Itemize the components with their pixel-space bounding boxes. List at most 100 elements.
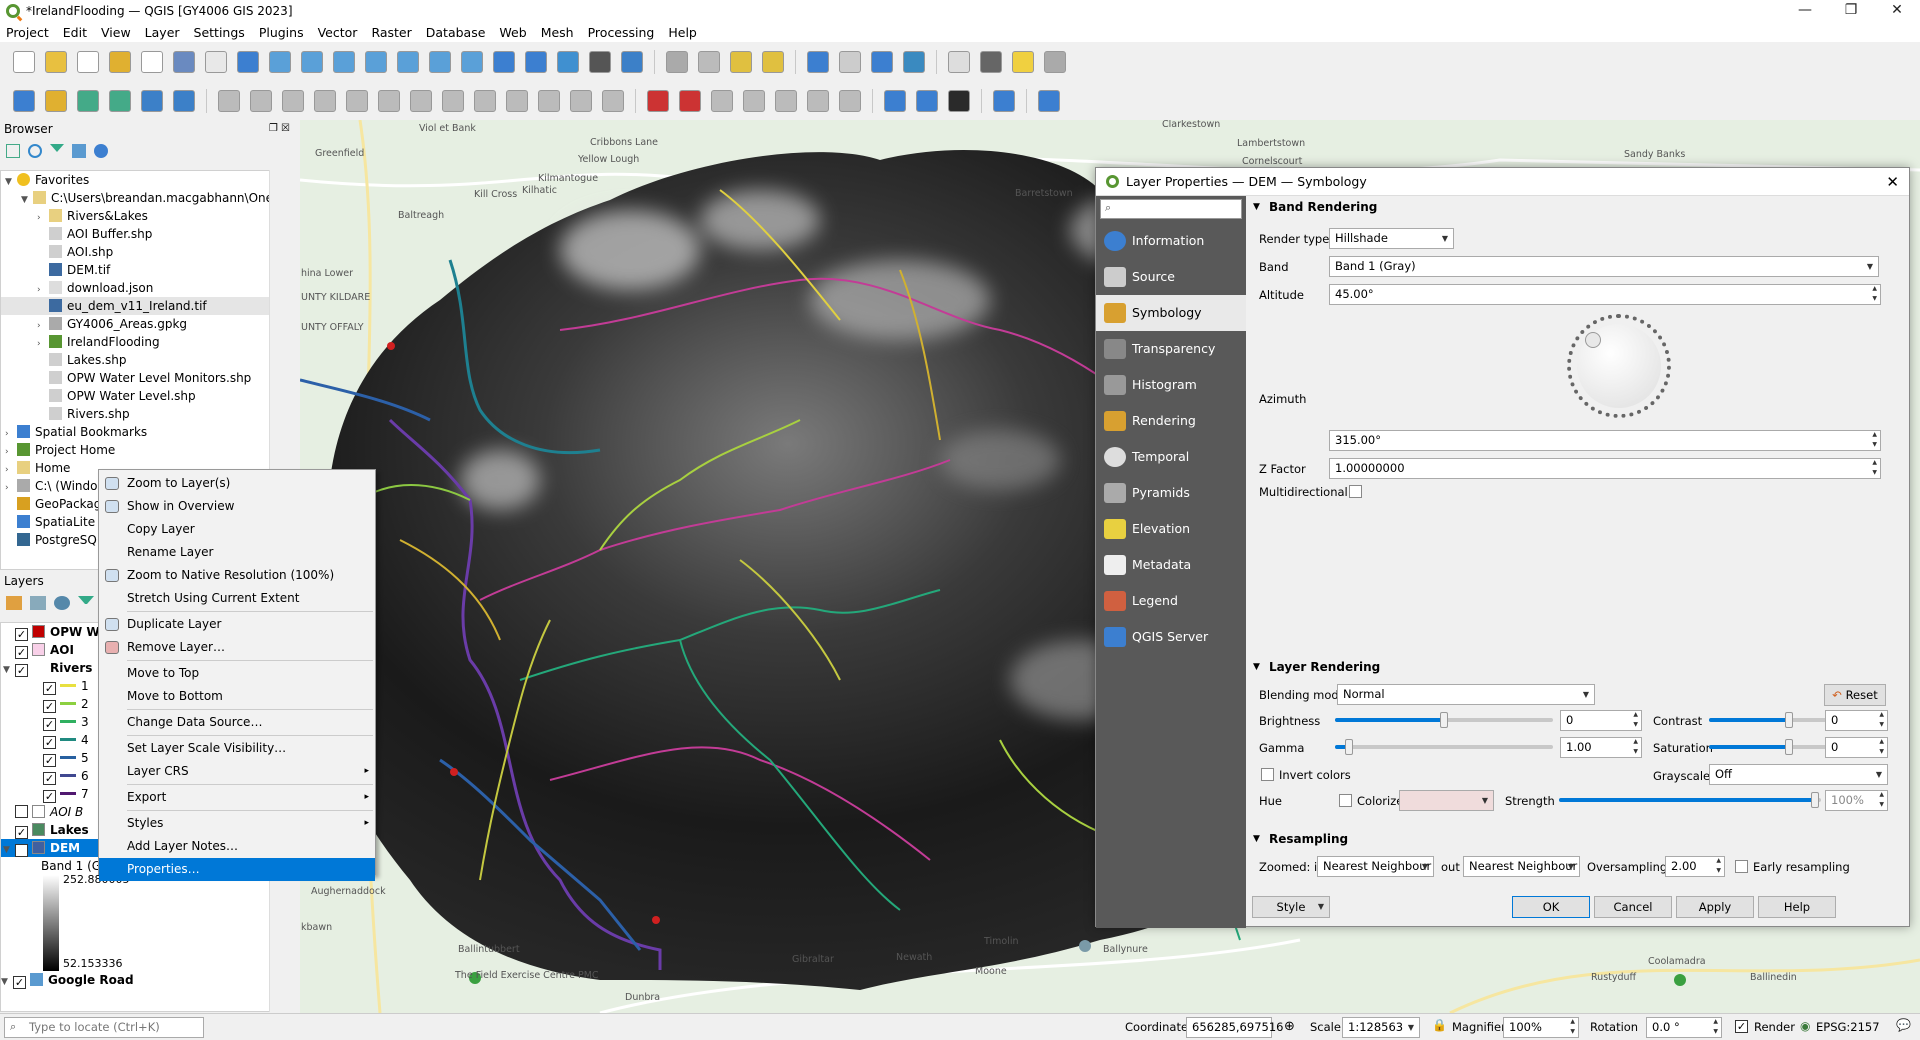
browser-item[interactable]: eu_dem_v11_Ireland.tif: [1, 297, 281, 315]
toolbar-tool-icon[interactable]: [977, 48, 1005, 76]
toolbar-tool-icon[interactable]: [554, 48, 582, 76]
context-menu-item[interactable]: Zoom to Layer(s): [99, 472, 375, 495]
help-button[interactable]: Help: [1758, 896, 1836, 918]
invert-colors-checkbox[interactable]: [1261, 768, 1274, 781]
toolbar-tool-icon[interactable]: [1041, 48, 1069, 76]
toolbar-tool-icon[interactable]: [10, 87, 38, 115]
toolbar-tool-icon[interactable]: [266, 48, 294, 76]
sidebar-item-elevation[interactable]: Elevation: [1096, 511, 1246, 547]
layer-checkbox[interactable]: ✓: [43, 754, 56, 767]
layer-checkbox[interactable]: ✓: [43, 772, 56, 785]
toolbar-tool-icon[interactable]: [42, 48, 70, 76]
toolbar-tool-icon[interactable]: [535, 87, 563, 115]
magnifier-spinbox[interactable]: 100%: [1503, 1017, 1579, 1038]
toolbar-tool-icon[interactable]: [490, 48, 518, 76]
toolbar-tool-icon[interactable]: [343, 87, 371, 115]
context-menu-item[interactable]: Remove Layer…: [99, 636, 375, 659]
toolbar-tool-icon[interactable]: [503, 87, 531, 115]
sidebar-item-metadata[interactable]: Metadata: [1096, 547, 1246, 583]
browser-item[interactable]: OPW Water Level.shp: [1, 387, 281, 405]
context-menu-item[interactable]: Properties…: [99, 858, 375, 881]
band-rendering-section[interactable]: Band Rendering: [1249, 196, 1909, 218]
browser-item[interactable]: DEM.tif: [1, 261, 281, 279]
browser-item[interactable]: Lakes.shp: [1, 351, 281, 369]
toolbar-tool-icon[interactable]: [279, 87, 307, 115]
grayscale-select[interactable]: Off: [1709, 764, 1888, 785]
toolbar-tool-icon[interactable]: [439, 87, 467, 115]
layer-checkbox[interactable]: ✓: [15, 646, 28, 659]
azimuth-spinbox[interactable]: 315.00°: [1329, 430, 1881, 451]
sidebar-search-input[interactable]: ⌕: [1100, 199, 1242, 219]
toolbar-tool-icon[interactable]: [138, 87, 166, 115]
toolbar-tool-icon[interactable]: [836, 48, 864, 76]
close-button[interactable]: ✕: [1874, 0, 1920, 22]
azimuth-dial[interactable]: [1567, 314, 1671, 418]
menu-raster[interactable]: Raster: [371, 25, 411, 40]
toolbar-tool-icon[interactable]: [881, 87, 909, 115]
toolbar-tool-icon[interactable]: [106, 48, 134, 76]
toolbar-tool-icon[interactable]: [170, 87, 198, 115]
render-checkbox[interactable]: ✓: [1735, 1020, 1748, 1033]
context-menu-item[interactable]: Layer CRS ▸: [99, 760, 375, 783]
menu-plugins[interactable]: Plugins: [259, 25, 304, 40]
context-menu-item[interactable]: Move to Top: [99, 662, 375, 685]
zfactor-spinbox[interactable]: 1.00000000: [1329, 458, 1881, 479]
sidebar-item-source[interactable]: Source: [1096, 259, 1246, 295]
browser-item[interactable]: › download.json: [1, 279, 281, 297]
menu-web[interactable]: Web: [499, 25, 526, 40]
gamma-slider[interactable]: [1335, 739, 1553, 755]
toolbar-tool-icon[interactable]: [202, 48, 230, 76]
sidebar-item-rendering[interactable]: Rendering: [1096, 403, 1246, 439]
toolbar-tool-icon[interactable]: [1009, 48, 1037, 76]
messages-icon[interactable]: 💬: [1896, 1018, 1911, 1032]
brightness-spinbox[interactable]: 0: [1560, 710, 1642, 731]
toolbar-tool-icon[interactable]: [215, 87, 243, 115]
crs-button[interactable]: EPSG:2157: [1816, 1020, 1880, 1034]
browser-item[interactable]: Rivers.shp: [1, 405, 281, 423]
colorize-checkbox[interactable]: [1339, 794, 1352, 807]
browser-item[interactable]: › Rivers&Lakes: [1, 207, 281, 225]
toolbar-tool-icon[interactable]: [695, 48, 723, 76]
toolbar-tool-icon[interactable]: [945, 87, 973, 115]
context-menu-item[interactable]: Set Layer Scale Visibility…: [99, 737, 375, 760]
gamma-spinbox[interactable]: 1.00: [1560, 737, 1642, 758]
toolbar-tool-icon[interactable]: [426, 48, 454, 76]
toolbar-tool-icon[interactable]: [567, 87, 595, 115]
rotation-spinbox[interactable]: 0.0 °: [1646, 1017, 1722, 1038]
toolbar-tool-icon[interactable]: [394, 48, 422, 76]
browser-item[interactable]: › Project Home: [1, 441, 281, 459]
menu-processing[interactable]: Processing: [588, 25, 655, 40]
sidebar-item-legend[interactable]: Legend: [1096, 583, 1246, 619]
menu-edit[interactable]: Edit: [63, 25, 87, 40]
resampling-section[interactable]: Resampling: [1249, 828, 1909, 850]
toolbar-tool-icon[interactable]: [804, 48, 832, 76]
browser-item[interactable]: › GY4006_Areas.gpkg: [1, 315, 281, 333]
toolbar-tool-icon[interactable]: [913, 87, 941, 115]
context-menu-item[interactable]: Change Data Source…: [99, 711, 375, 734]
toolbar-tool-icon[interactable]: [836, 87, 864, 115]
menu-vector[interactable]: Vector: [318, 25, 358, 40]
browser-item[interactable]: ▼ Favorites: [1, 171, 281, 189]
context-menu-item[interactable]: Show in Overview: [99, 495, 375, 518]
toolbar-tool-icon[interactable]: [772, 87, 800, 115]
layer-checkbox[interactable]: ✓: [15, 628, 28, 641]
browser-item[interactable]: AOI Buffer.shp: [1, 225, 281, 243]
toolbar-tool-icon[interactable]: [945, 48, 973, 76]
context-menu-item[interactable]: Copy Layer: [99, 518, 375, 541]
context-menu-item[interactable]: Move to Bottom: [99, 685, 375, 708]
toolbar-tool-icon[interactable]: [727, 48, 755, 76]
layer-checkbox[interactable]: ✓: [43, 790, 56, 803]
toolbar-tool-icon[interactable]: [471, 87, 499, 115]
toolbar-tool-icon[interactable]: [138, 48, 166, 76]
zoomed-in-select[interactable]: Nearest Neighbour: [1317, 856, 1434, 877]
toolbar-tool-icon[interactable]: [868, 48, 896, 76]
layer-rendering-section[interactable]: Layer Rendering: [1249, 656, 1909, 678]
toolbar-tool-icon[interactable]: [586, 48, 614, 76]
filter-legend-icon[interactable]: [78, 596, 94, 610]
reset-button[interactable]: ↶ Reset: [1824, 684, 1886, 706]
contrast-spinbox[interactable]: 0: [1825, 710, 1888, 731]
toolbar-tool-icon[interactable]: [330, 48, 358, 76]
sidebar-item-qgis-server[interactable]: QGIS Server: [1096, 619, 1246, 655]
refresh-icon[interactable]: [28, 144, 42, 158]
layer-checkbox[interactable]: ✓: [13, 976, 26, 989]
